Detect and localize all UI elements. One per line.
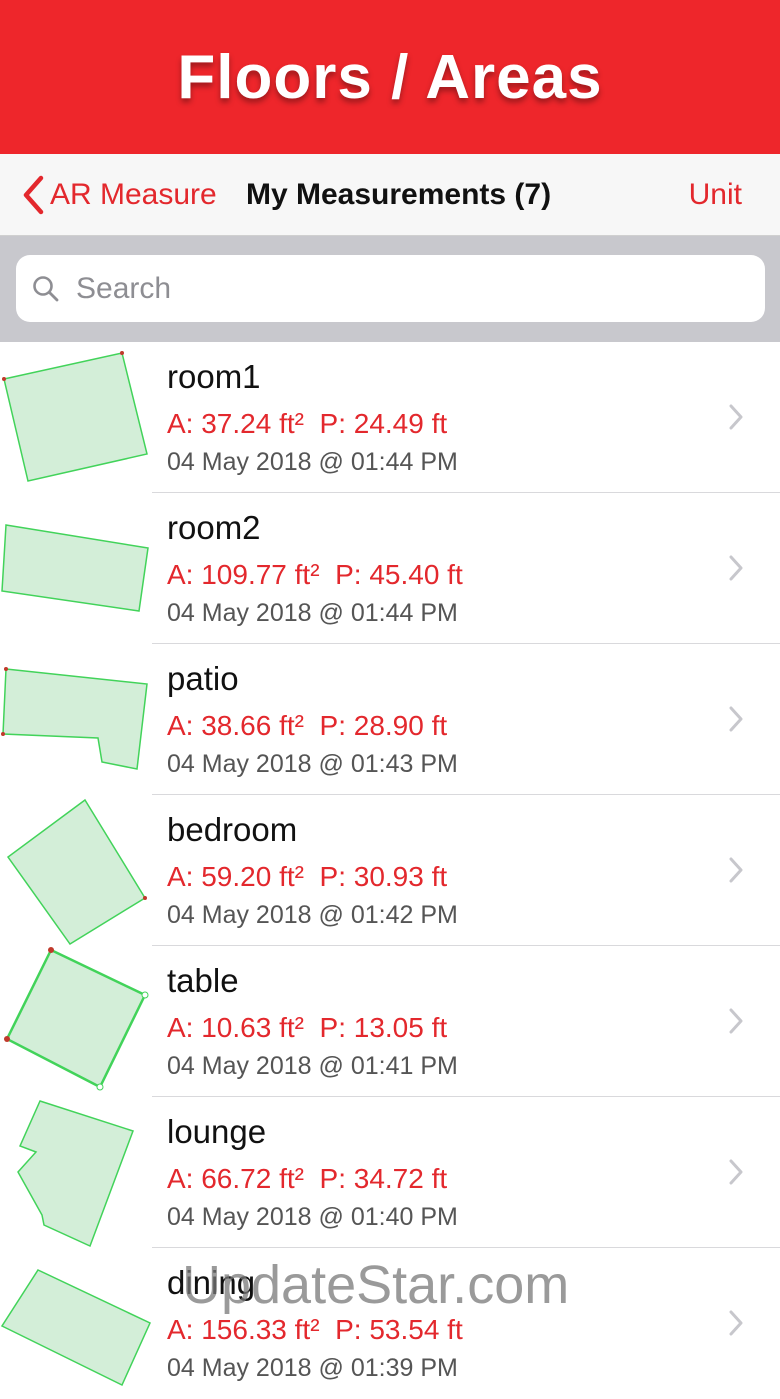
measurement-name: room1 — [167, 358, 261, 395]
measurement-date: 04 May 2018 @ 01:43 PM — [167, 750, 458, 778]
chevron-left-icon — [23, 175, 44, 215]
chevron-right-icon — [729, 1310, 743, 1336]
measurement-date: 04 May 2018 @ 01:42 PM — [167, 901, 458, 929]
search-field[interactable] — [16, 255, 765, 322]
measurement-date: 04 May 2018 @ 01:39 PM — [167, 1354, 458, 1382]
measurement-metrics: A: 59.20 ft² P: 30.93 ft — [167, 861, 448, 892]
back-button-label: AR Measure — [50, 178, 217, 211]
measurement-metrics: A: 156.33 ft² P: 53.54 ft — [167, 1314, 463, 1345]
measurement-list: room1 A: 37.24 ft² P: 24.49 ft 04 May 20… — [0, 342, 780, 1399]
chevron-right-icon — [729, 404, 743, 430]
promo-banner: Floors / Areas — [0, 0, 780, 154]
unit-button[interactable]: Unit — [689, 154, 742, 236]
chevron-right-icon — [729, 1159, 743, 1185]
shape-thumbnail — [1, 667, 148, 770]
shape-thumbnail — [2, 351, 148, 482]
measurement-date: 04 May 2018 @ 01:44 PM — [167, 448, 458, 476]
measurement-name: bedroom — [167, 811, 298, 848]
shape-thumbnail — [0, 1269, 151, 1387]
measurement-name: lounge — [167, 1113, 267, 1150]
measurement-metrics: A: 109.77 ft² P: 45.40 ft — [167, 559, 463, 590]
list-item[interactable]: lounge A: 66.72 ft² P: 34.72 ft 04 May 2… — [0, 1097, 780, 1248]
page-title: My Measurements (7) — [246, 178, 552, 211]
list-item[interactable]: patio A: 38.66 ft² P: 28.90 ft 04 May 20… — [0, 644, 780, 795]
chevron-right-icon — [729, 1008, 743, 1034]
measurement-date: 04 May 2018 @ 01:41 PM — [167, 1052, 458, 1080]
list-item[interactable]: bedroom A: 59.20 ft² P: 30.93 ft 04 May … — [0, 795, 780, 946]
measurement-name: dining — [167, 1264, 256, 1301]
shape-thumbnail — [17, 1100, 134, 1248]
list-item[interactable]: room1 A: 37.24 ft² P: 24.49 ft 04 May 20… — [0, 342, 780, 493]
measurement-name: room2 — [167, 509, 261, 546]
banner-title: Floors / Areas — [177, 42, 603, 112]
measurement-metrics: A: 66.72 ft² P: 34.72 ft — [167, 1163, 448, 1194]
measurement-date: 04 May 2018 @ 01:44 PM — [167, 599, 458, 627]
shape-thumbnail — [1, 524, 149, 612]
measurement-metrics: A: 37.24 ft² P: 24.49 ft — [167, 408, 448, 439]
search-input[interactable] — [74, 270, 718, 307]
measurement-name: table — [167, 962, 239, 999]
shape-thumbnail — [6, 798, 147, 946]
measurement-date: 04 May 2018 @ 01:40 PM — [167, 1203, 458, 1231]
chevron-right-icon — [729, 706, 743, 732]
chevron-right-icon — [729, 555, 743, 581]
measurement-metrics: A: 38.66 ft² P: 28.90 ft — [167, 710, 448, 741]
search-bar — [0, 236, 780, 342]
list-item[interactable]: table A: 10.63 ft² P: 13.05 ft 04 May 20… — [0, 946, 780, 1097]
measurement-name: patio — [167, 660, 239, 697]
list-item[interactable]: dining A: 156.33 ft² P: 53.54 ft 04 May … — [0, 1248, 780, 1399]
measurement-metrics: A: 10.63 ft² P: 13.05 ft — [167, 1012, 448, 1043]
shape-thumbnail — [4, 947, 149, 1091]
back-button[interactable]: AR Measure — [22, 154, 217, 236]
chevron-right-icon — [729, 857, 743, 883]
list-item[interactable]: room2 A: 109.77 ft² P: 45.40 ft 04 May 2… — [0, 493, 780, 644]
search-icon — [33, 275, 59, 301]
navigation-bar: AR Measure My Measurements (7) Unit — [0, 154, 780, 236]
